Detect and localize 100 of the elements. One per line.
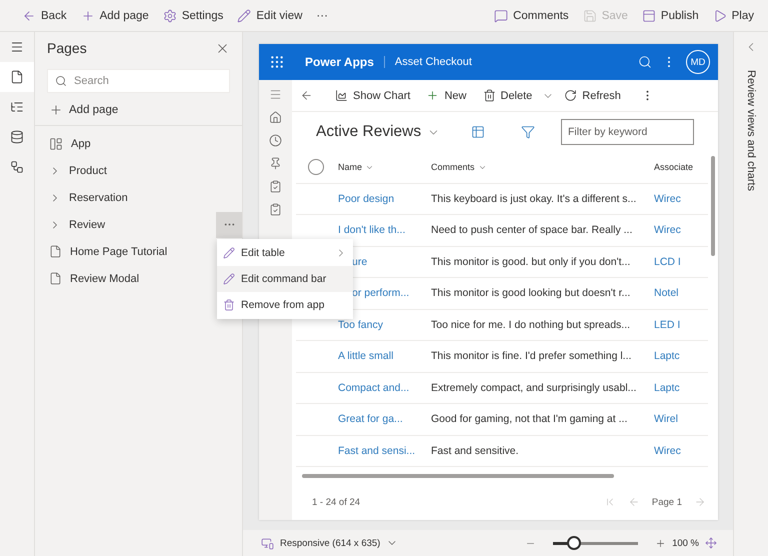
add-button[interactable]: Add page <box>74 4 155 26</box>
database-icon <box>10 130 24 144</box>
flow-icon <box>10 160 24 174</box>
column-header[interactable]: Name <box>338 162 431 172</box>
lookup-link[interactable]: Wirec <box>654 444 708 457</box>
column-header[interactable]: Comments <box>431 162 654 172</box>
search-field[interactable]: Search <box>47 69 230 93</box>
pin-icon[interactable] <box>269 157 282 170</box>
lookup-link[interactable]: Wirec <box>654 224 708 236</box>
column-header[interactable]: Associate <box>654 162 708 172</box>
record-link[interactable]: Too fancy <box>338 318 431 331</box>
panel-title: Pages <box>47 40 87 56</box>
brand-name: Power Apps <box>305 55 374 69</box>
menu-item[interactable]: Edit table <box>217 240 353 266</box>
tree-view-icon <box>10 100 24 114</box>
page-icon <box>49 245 62 258</box>
settings-button[interactable]: Settings <box>156 4 230 26</box>
avatar[interactable]: MD <box>686 50 710 74</box>
clock-icon[interactable] <box>269 134 282 147</box>
refresh-button[interactable]: Refresh <box>558 85 627 106</box>
plus-icon <box>426 89 440 102</box>
search-icon[interactable] <box>638 55 652 69</box>
trash-icon <box>482 89 496 102</box>
waffle-icon[interactable] <box>269 54 285 70</box>
page-item[interactable]: Reservation <box>69 192 230 204</box>
pencil-icon <box>223 247 235 259</box>
device-icon <box>261 536 274 550</box>
view-selector[interactable]: Active Reviews <box>316 123 461 141</box>
clipboard-icon[interactable] <box>269 180 282 193</box>
record-link[interactable]: Compact and... <box>338 382 431 394</box>
chart-icon <box>335 89 348 102</box>
vertical-scrollbar[interactable] <box>711 156 715 256</box>
app-title: Asset Checkout <box>384 56 628 68</box>
record-link[interactable]: Poor design <box>338 192 431 205</box>
page-icon <box>10 70 24 84</box>
table-cell-text: Extremely compact, and surprisingly usabl... <box>431 382 638 394</box>
menu-icon <box>10 40 24 54</box>
comment-icon <box>494 8 508 22</box>
select-all-checkbox[interactable] <box>308 159 324 176</box>
table-cell-text: Need to push center of space bar. Really ... <box>431 224 634 236</box>
record-link[interactable]: I don't like th... <box>338 224 431 236</box>
horizontal-scrollbar[interactable] <box>302 474 614 478</box>
refresh-icon <box>564 89 578 102</box>
record-link[interactable]: Great for ga... <box>338 413 431 426</box>
filter-field[interactable]: Filter by keyword <box>561 119 694 145</box>
side-panel-title: Review views and charts <box>745 70 757 192</box>
lookup-link[interactable]: Wirel <box>654 413 708 426</box>
new-button[interactable]: New <box>420 85 472 106</box>
page-icon <box>49 272 62 285</box>
table-cell-text: Too nice for me. I do nothing but spreads... <box>431 318 632 331</box>
menu-item[interactable]: Edit command bar <box>217 266 353 292</box>
zoom-reading: 100 % <box>672 538 699 548</box>
table-cell-text: Good for gaming, not that I'm gaming at ... <box>431 413 628 426</box>
record-count: 1 - 24 of 24 <box>312 496 360 508</box>
record-link[interactable]: A little small <box>338 350 431 362</box>
pencil-icon <box>223 273 235 285</box>
record-link[interactable]: Fast and sensi... <box>338 444 431 457</box>
page-item[interactable]: App <box>71 138 230 150</box>
plus-icon <box>49 103 63 117</box>
table-cell-text: Fast and sensitive. <box>431 444 520 457</box>
lookup-link[interactable]: Wirec <box>654 192 708 205</box>
more-button[interactable]: ··· <box>310 6 334 26</box>
plus-icon[interactable] <box>655 538 666 548</box>
lookup-link[interactable]: Notel <box>654 287 708 300</box>
table-cell-text: This keyboard is just okay. It's a different s... <box>431 192 638 205</box>
add-page-button[interactable]: Add page <box>35 93 242 126</box>
delete-button[interactable]: Delete <box>476 85 538 106</box>
table-cell-text: This monitor is good looking but doesn't r... <box>431 287 632 300</box>
menu-icon[interactable] <box>269 88 282 101</box>
menu-item[interactable]: Remove from app <box>217 292 353 318</box>
back-arrow-icon[interactable] <box>300 89 313 102</box>
edit-button[interactable]: Edit view <box>231 4 308 26</box>
lookup-link[interactable]: Laptc <box>654 350 708 362</box>
table-cell-text: This monitor is good. but only if you don't... <box>431 256 632 268</box>
publish-button[interactable]: Publish <box>636 4 705 26</box>
layout-label: Responsive (614 x 635) <box>280 538 380 548</box>
play-icon <box>712 8 727 22</box>
filter-icon[interactable] <box>521 125 535 139</box>
pages-rail-button[interactable] <box>0 62 34 92</box>
page-number: Page 1 <box>652 496 682 508</box>
play-button[interactable]: Play <box>706 4 760 26</box>
page-item[interactable]: Product <box>69 164 230 176</box>
plus-icon <box>80 8 95 22</box>
trash-icon <box>223 299 235 311</box>
home-icon[interactable] <box>269 111 282 124</box>
settings-icon <box>162 8 177 22</box>
back-button[interactable]: Back <box>16 4 73 26</box>
clipboard-icon[interactable] <box>269 203 282 216</box>
lookup-link[interactable]: Laptc <box>654 382 708 394</box>
pencil-icon <box>237 8 252 22</box>
page-item[interactable]: Review <box>69 218 208 230</box>
app-icon <box>49 136 63 150</box>
table-cell-text: This monitor is fine. I'd prefer something l... <box>431 350 632 362</box>
edit-columns-icon[interactable] <box>471 125 485 139</box>
slider-thumb[interactable] <box>567 536 582 550</box>
lookup-link[interactable]: LED I <box>654 318 708 331</box>
comments-button[interactable]: Comments <box>488 4 575 26</box>
lookup-link[interactable]: LCD I <box>654 256 708 268</box>
chart-button[interactable]: Show Chart <box>329 85 416 106</box>
save-icon <box>582 8 597 22</box>
